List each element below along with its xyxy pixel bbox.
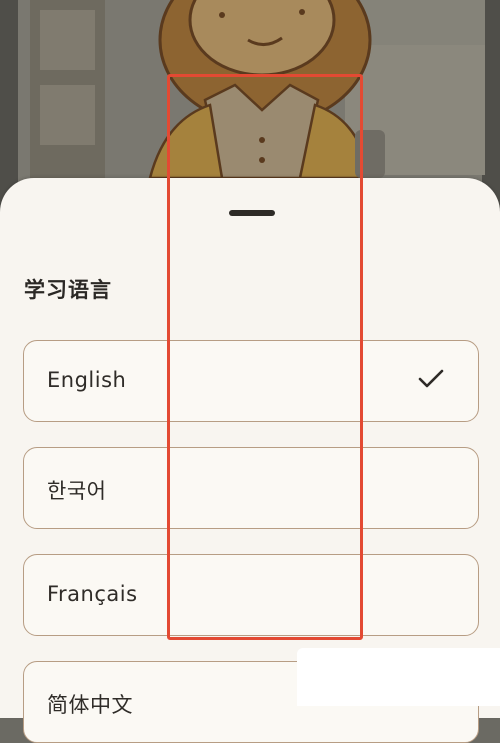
language-label: English (47, 368, 127, 392)
language-bottom-sheet: 学习语言 English 한국어 Français 简体中文 (0, 178, 500, 743)
check-icon (418, 368, 444, 395)
language-label: 简体中文 (47, 693, 133, 717)
drag-handle[interactable] (229, 210, 275, 216)
language-label: 한국어 (47, 479, 107, 503)
overlay-patch (297, 648, 500, 706)
sheet-title: 学习语言 (24, 278, 112, 302)
language-label: Français (47, 582, 138, 606)
language-option-english[interactable]: English (23, 340, 479, 422)
language-option-korean[interactable]: 한국어 (23, 447, 479, 529)
language-option-french[interactable]: Français (23, 554, 479, 636)
